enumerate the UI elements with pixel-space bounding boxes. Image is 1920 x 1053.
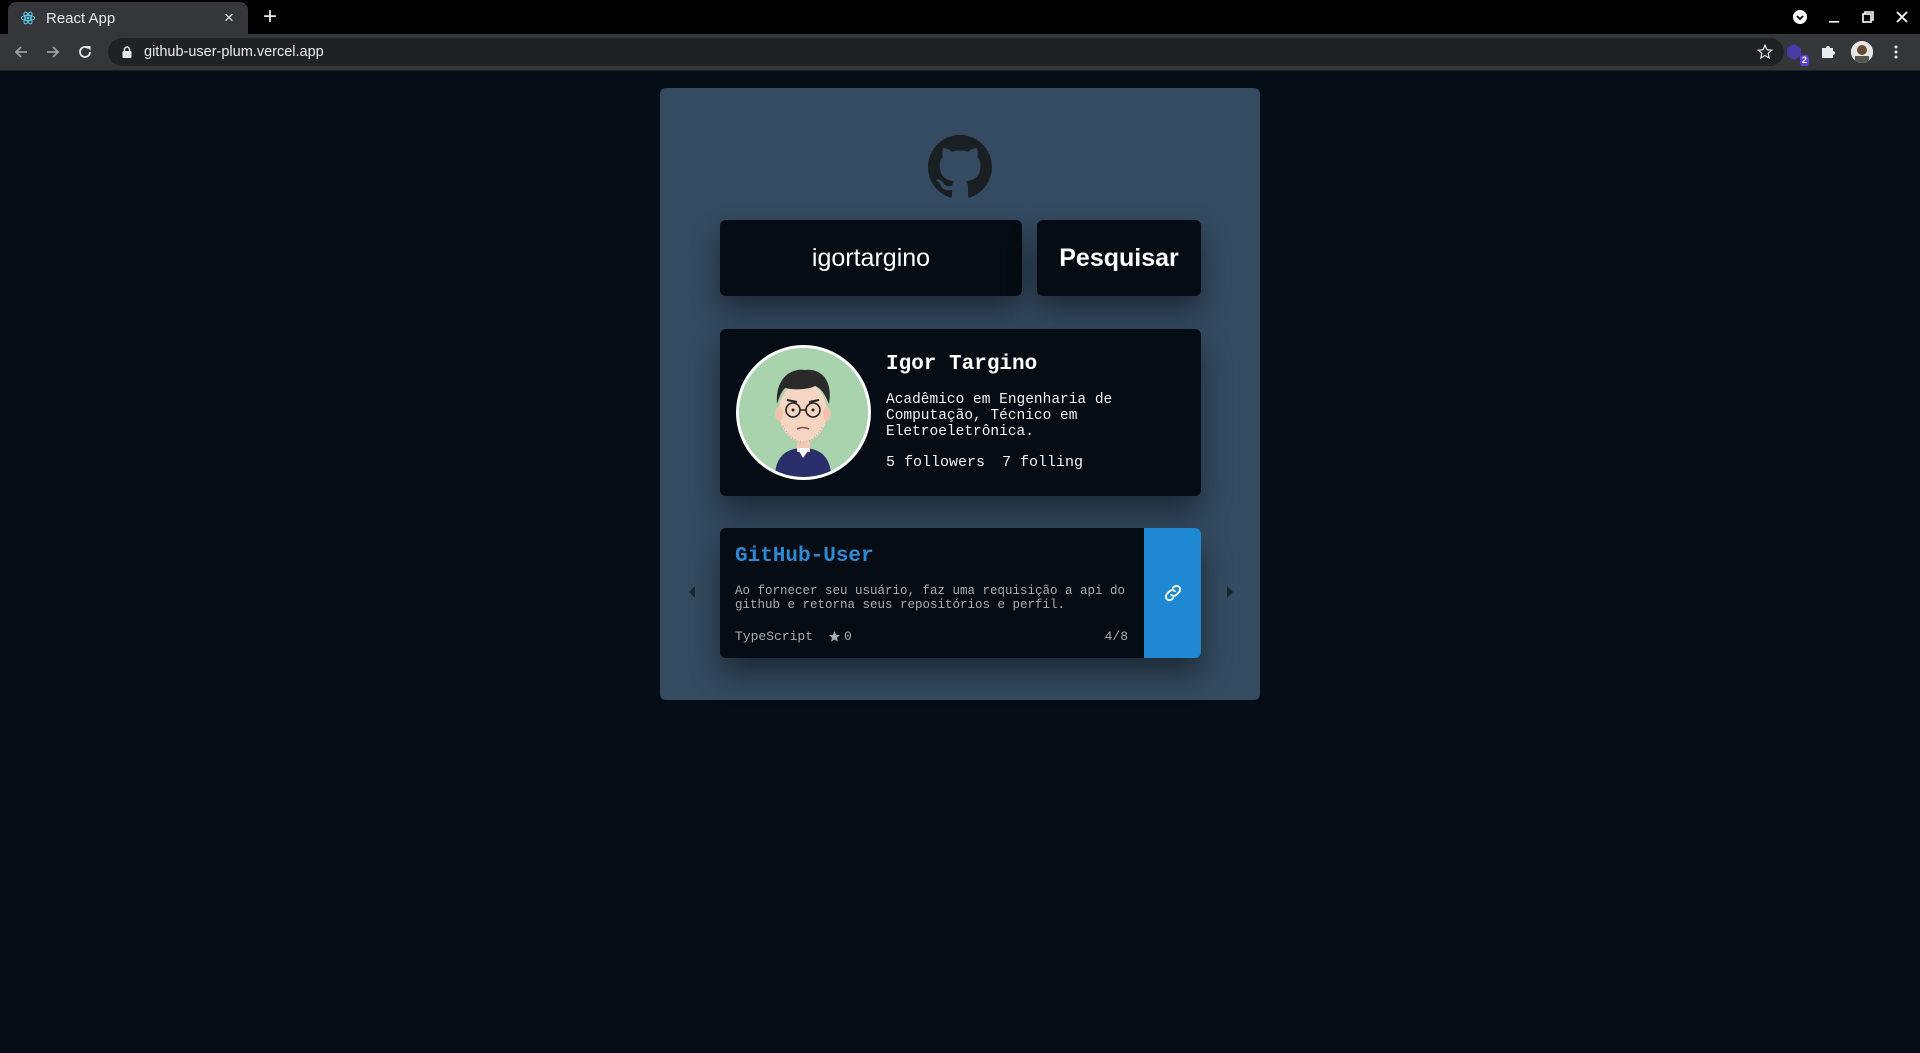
link-icon (1164, 584, 1181, 602)
tab-search-icon[interactable] (1790, 7, 1810, 27)
repo-card: GitHub-User Ao fornecer seu usuário, faz… (720, 528, 1201, 658)
address-bar[interactable]: github-user-plum.vercel.app (108, 38, 1784, 66)
restore-icon[interactable] (1858, 7, 1878, 27)
following-count: 7 folling (1002, 454, 1084, 471)
followers-count: 5 followers (886, 454, 986, 471)
react-favicon-icon (20, 11, 36, 25)
repo-stars: 0 (828, 629, 852, 644)
star-icon (829, 631, 840, 642)
repo-star-count: 0 (844, 629, 852, 644)
tab-close-button[interactable]: × (220, 8, 238, 28)
extensions-area: 2 (1782, 39, 1908, 66)
browser-tab-strip: React App × + (0, 0, 1920, 34)
minimize-icon[interactable] (1824, 7, 1844, 27)
main-card: Pesquisar (660, 88, 1260, 700)
caret-right-icon[interactable] (1223, 585, 1237, 599)
profile-bio: Acadêmico em Engenharia de Computação, T… (886, 392, 1113, 440)
back-icon[interactable] (10, 41, 32, 63)
bookmark-star-icon[interactable] (1756, 43, 1774, 61)
profile-name: Igor Targino (886, 353, 1038, 376)
page-viewport: Pesquisar (0, 71, 1920, 1053)
puzzle-icon[interactable] (1816, 40, 1840, 64)
repo-name: GitHub-User (735, 545, 874, 568)
avatar (736, 345, 871, 480)
browser-tab[interactable]: React App × (8, 2, 248, 34)
browser-toolbar: github-user-plum.vercel.app 2 (0, 34, 1920, 71)
repo-description: Ao fornecer seu usuário, faz uma requisi… (735, 584, 1126, 612)
lock-icon (122, 46, 132, 58)
repo-link-button[interactable] (1144, 528, 1201, 658)
repo-language: TypeScript (735, 629, 814, 644)
window-controls (1790, 0, 1912, 34)
tab-title: React App (46, 9, 116, 27)
url-text: github-user-plum.vercel.app (144, 44, 324, 60)
reload-icon[interactable] (74, 41, 96, 63)
forward-icon[interactable] (42, 41, 64, 63)
search-input[interactable] (720, 220, 1022, 296)
search-button[interactable]: Pesquisar (1037, 220, 1201, 296)
profile-avatar-icon[interactable] (1850, 40, 1874, 64)
new-tab-button[interactable]: + (258, 4, 282, 30)
menu-dots-icon[interactable] (1884, 40, 1908, 64)
extension-icon[interactable]: 2 (1782, 40, 1809, 66)
close-icon[interactable] (1892, 7, 1912, 27)
repo-page-indicator: 4/8 (1104, 629, 1128, 644)
extension-badge: 2 (1799, 55, 1809, 66)
github-logo-icon (928, 135, 992, 198)
profile-stats: 5 followers 7 folling (886, 454, 1083, 471)
caret-left-icon[interactable] (685, 585, 699, 599)
profile-card: Igor Targino Acadêmico em Engenharia de … (720, 329, 1201, 496)
